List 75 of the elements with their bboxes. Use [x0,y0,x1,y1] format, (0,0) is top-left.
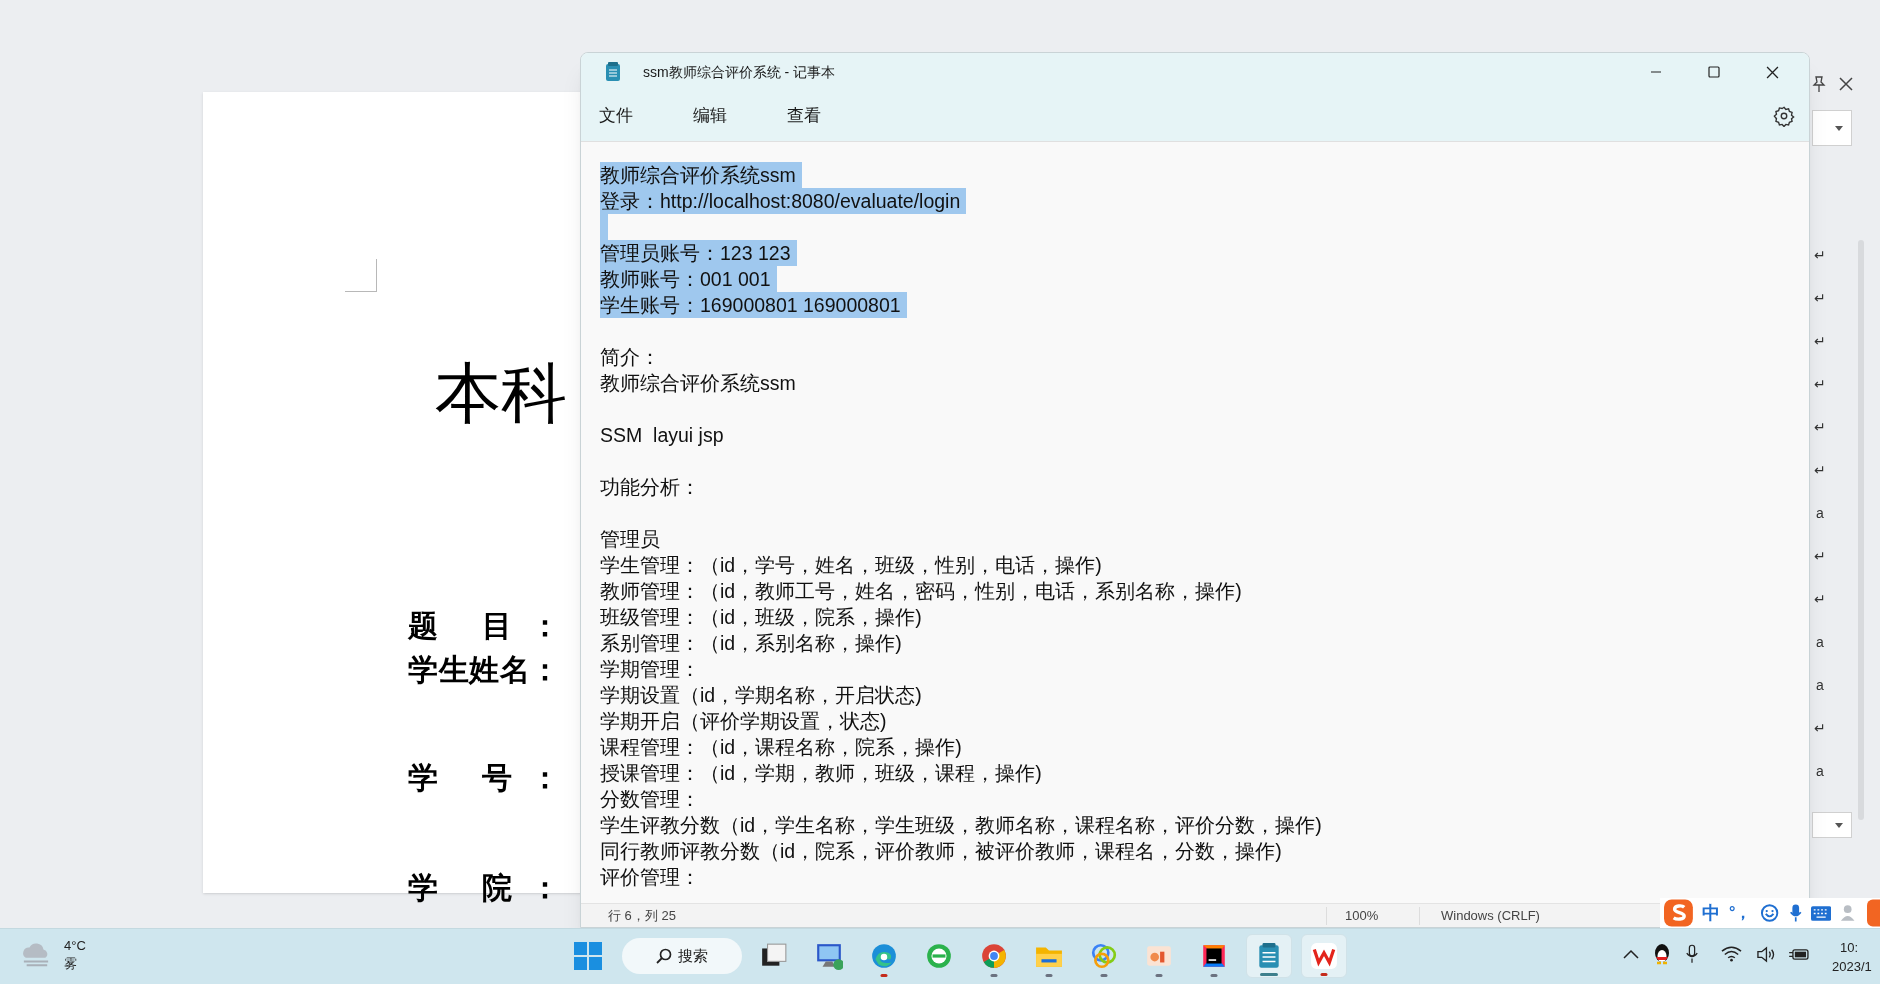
volume-icon[interactable] [1756,945,1775,963]
paragraph-mark: ↵ [1813,289,1827,308]
caret-icon [1835,125,1843,131]
text-line: 学期管理： [600,657,701,682]
paragraph-mark: ↵ [1813,246,1827,265]
text-line: 教师管理：（id，教师工号，姓名，密码，性别，电话，系别名称，操作) [600,579,1243,604]
clock-date[interactable]: 2023/1 [1832,957,1872,976]
zoom-level: 100% [1345,906,1380,925]
field-label: 学 号： [408,760,560,796]
field-label: 学 院： [408,870,560,906]
paragraph-mark: ↵ [1813,461,1827,480]
text-line: 简介： [600,345,661,370]
input-mode[interactable]: 中 [1701,899,1720,927]
paragraph-mark: ↵ [1813,547,1827,566]
overlapping-circles-icon [1090,942,1118,970]
wifi-icon[interactable] [1721,946,1742,962]
penguin-icon[interactable] [1653,943,1671,965]
text-line: 系别管理：（id，系别名称，操作) [600,631,903,656]
settings-icon[interactable] [1773,105,1795,127]
paragraph-mark: a [1815,676,1825,695]
text-line: 同行教师评教分数（id，院系，评价教师，被评价教师，课程名，分数，操作) [600,839,1283,864]
text-line: 功能分析： [600,475,701,500]
text-line: 学期开启（评价学期设置，状态) [600,709,888,734]
microphone-icon[interactable] [1685,944,1699,964]
window-title: ssm教师综合评价系统 - 记事本 [643,62,836,82]
chevron-up-icon[interactable] [1623,949,1639,959]
text-line: 学生评教分数（id，学生名称，学生班级，教师名称，课程名称，评价分数，操作) [600,813,1323,838]
document-heading: 本科 [435,356,567,432]
close-icon[interactable] [1838,76,1854,92]
cursor-position: 行 6，列 25 [608,906,677,925]
w-logo-icon [1310,942,1338,970]
edge-icon [870,942,898,970]
chrome-icon [980,942,1008,970]
pin-icon[interactable] [1810,75,1828,93]
menu-item[interactable]: 文件 [589,99,643,133]
caret-icon [1835,822,1843,828]
text-line: 课程管理：（id，课程名称，院系，操作) [600,735,963,760]
text-line: 学生管理：（id，学号，姓名，班级，性别，电话，操作) [600,553,1103,578]
paragraph-mark: ↵ [1813,375,1827,394]
text-line: SSM layui jsp [600,423,725,448]
text-line: 班级管理：（id，班级，院系，操作) [600,605,923,630]
maximize-icon [1708,66,1720,78]
text-line: 分数管理： [600,787,701,812]
paragraph-mark: ↵ [1813,719,1827,738]
paragraph-mark: a [1815,633,1825,652]
paragraph-mark: ↵ [1813,418,1827,437]
line-ending: Windows (CRLF) [1441,906,1540,925]
text-line: 管理员 [600,527,661,552]
punctuation-mode[interactable]: °， [1728,901,1752,925]
field-label: 题 目： [408,608,560,644]
ide-icon [1200,942,1228,970]
paragraph-mark: a [1815,762,1825,781]
notepad-icon [605,62,621,82]
paragraph-mark: ↵ [1813,590,1827,609]
search-box[interactable]: 搜索 [622,938,742,974]
text-line: 评价管理： [600,865,701,890]
text-line: 授课管理：（id，学期，教师，班级，课程，操作) [600,761,1043,786]
temperature[interactable]: 4°C [64,937,86,955]
field-label: 学生姓名： [408,652,560,688]
weather-condition[interactable]: 雾 [64,955,86,973]
paragraph-mark: a [1815,504,1825,523]
text-line: 学期设置（id，学期名称，开启状态) [600,683,923,708]
corner-mark [345,259,377,292]
smiley-icon[interactable] [1760,903,1780,923]
menu-item[interactable]: 编辑 [683,99,737,133]
battery-icon[interactable] [1789,946,1810,962]
keyboard-icon[interactable] [1811,905,1832,921]
close-icon [1765,65,1779,79]
paragraph-mark: ↵ [1813,332,1827,351]
menu-item[interactable]: 查看 [777,99,831,133]
monitor-icon [815,942,843,970]
text-line: 教师综合评价系统ssm [600,371,797,396]
search-icon [656,948,672,964]
globe-icon [925,942,953,970]
clock-time[interactable]: 10: [1840,938,1859,957]
